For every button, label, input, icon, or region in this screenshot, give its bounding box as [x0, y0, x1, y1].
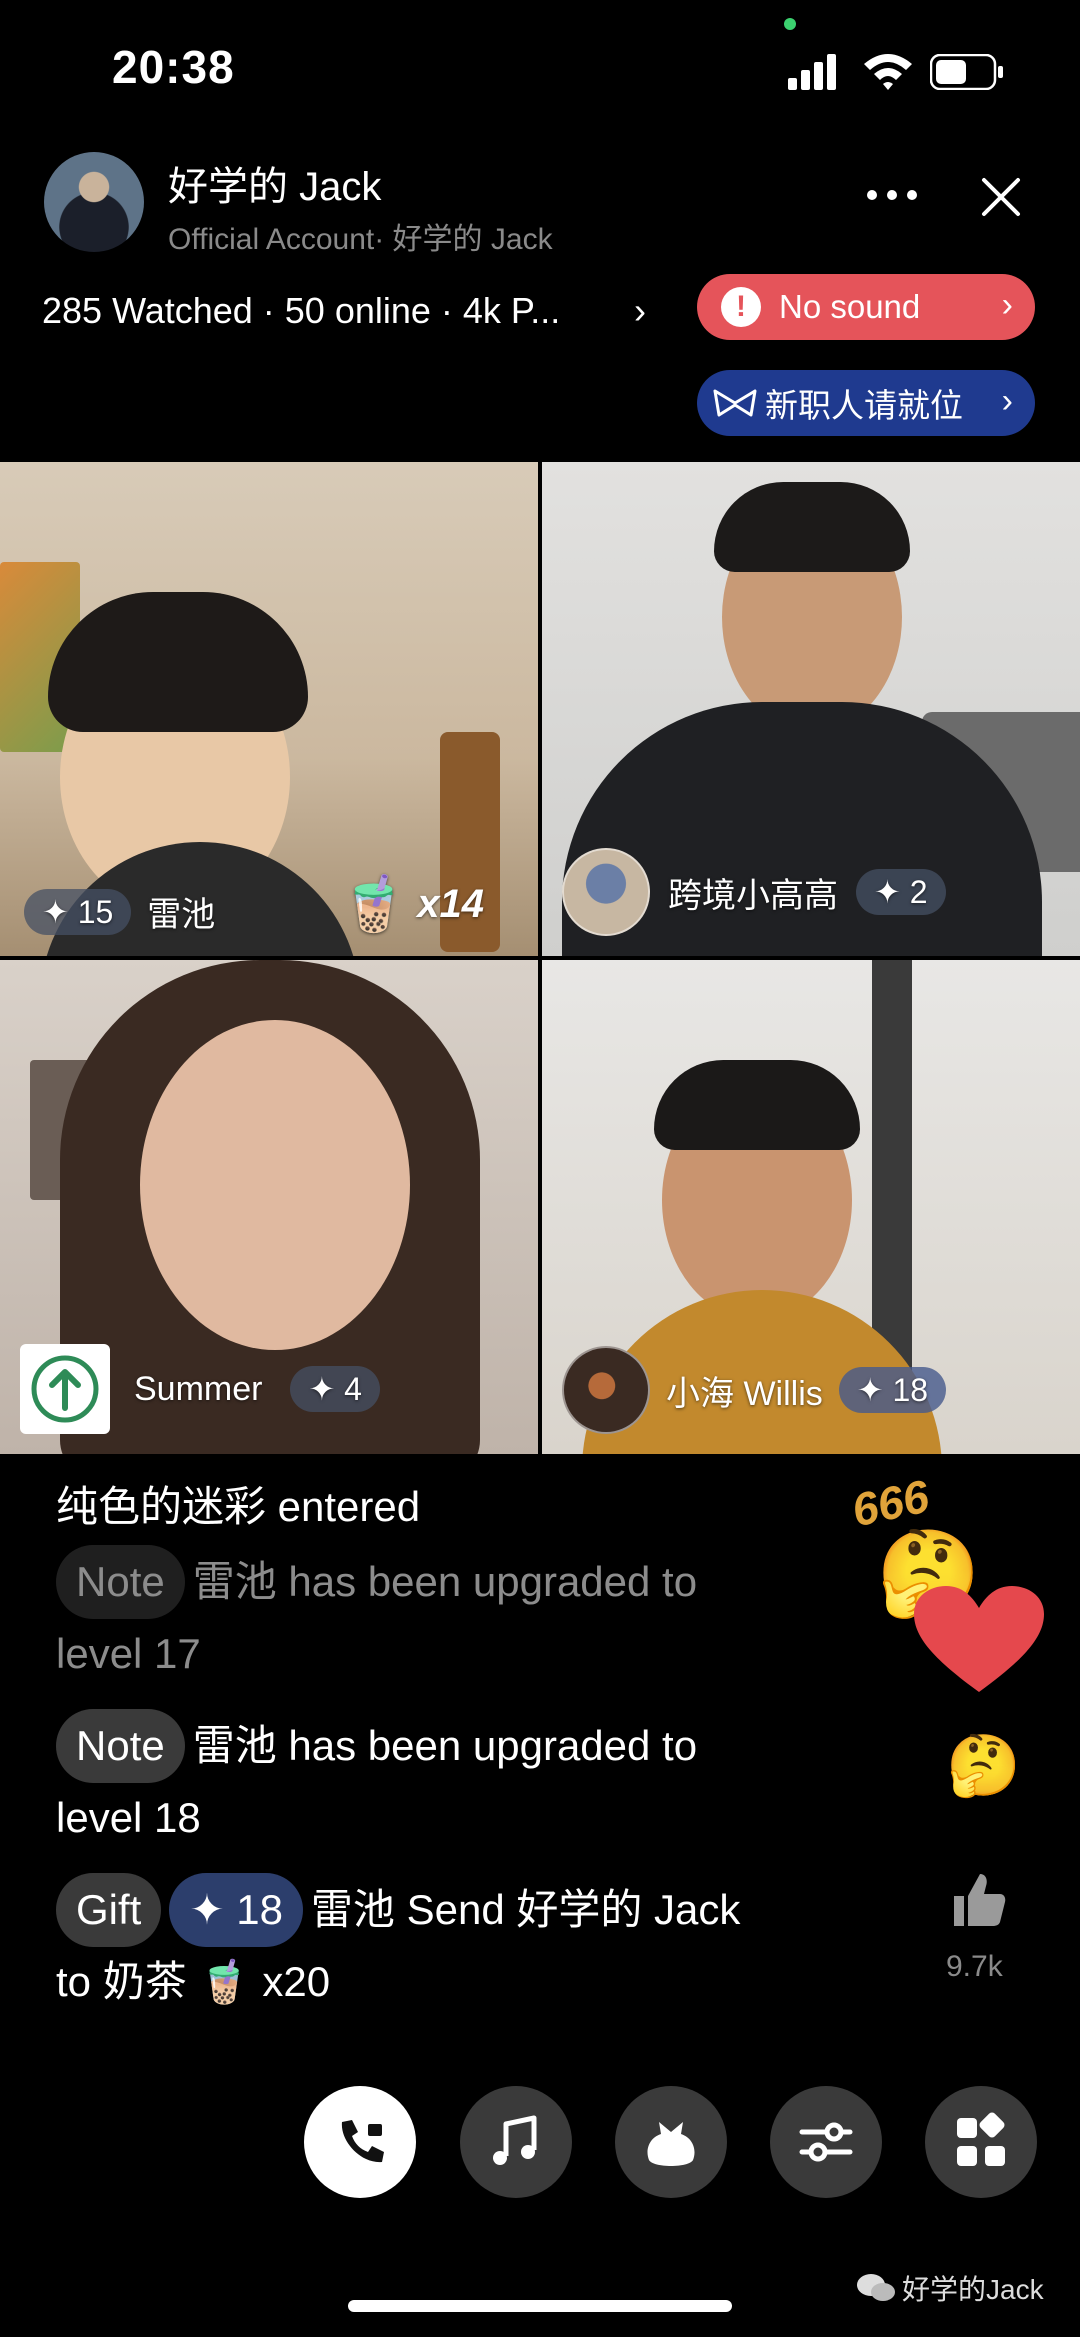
chat-text: level 17: [56, 1630, 201, 1677]
close-icon[interactable]: [976, 172, 1026, 222]
level-badge: ✦ 18: [169, 1873, 303, 1947]
chat-text: 雷池 has been upgraded to: [192, 1558, 698, 1605]
thinking-face-icon: 🤔: [946, 1732, 1021, 1799]
note-tag: Note: [56, 1545, 185, 1619]
participant-name: 跨境小高高: [668, 876, 838, 915]
privacy-indicator-dot: [784, 18, 796, 30]
person-face: [140, 1020, 410, 1350]
chat-text: 纯色的迷彩 entered: [56, 1483, 421, 1530]
status-bar: 20:38: [0, 0, 1080, 130]
watermark: 好学的Jack: [856, 2268, 1044, 2308]
person-hair: [654, 1060, 860, 1150]
chat-text: level 18: [56, 1794, 201, 1841]
viewer-stats[interactable]: 285 Watched · 50 online · 4k P...: [42, 290, 560, 332]
note-tag: Note: [56, 1709, 185, 1783]
chat-message: Gift ✦ 18 雷池 Send 好学的 Jack to 奶茶 🧋 x20: [56, 1873, 836, 2017]
gift-count: x14: [417, 882, 484, 926]
bubble-tea-icon: 🧋: [340, 874, 408, 934]
more-options-icon[interactable]: [862, 175, 922, 215]
video-tile-2[interactable]: 跨境小高高 ✦ 2: [542, 462, 1080, 956]
participant-name: Summer: [134, 1369, 263, 1408]
ribbon-icon: [713, 389, 757, 417]
chevron-right-icon[interactable]: ›: [634, 290, 646, 332]
chat-text: to 奶茶 🧋 x20: [56, 1958, 331, 2005]
chat-text: 雷池 has been upgraded to: [192, 1722, 698, 1769]
video-tile-4[interactable]: 小海 Willis ✦ 18: [542, 960, 1080, 1454]
level-badge: ✦ 2: [856, 869, 946, 915]
settings-sliders-button[interactable]: [770, 2086, 882, 2198]
participant-name: 小海 Willis: [666, 1374, 823, 1413]
chat-text: 雷池 Send 好学的 Jack: [310, 1886, 741, 1933]
no-sound-label: No sound: [779, 288, 921, 325]
music-button[interactable]: [460, 2086, 572, 2198]
battery-icon: [930, 54, 1003, 90]
participant-name: 雷池: [147, 896, 216, 934]
apps-grid-icon: [957, 2112, 1005, 2166]
level-badge: ✦ 4: [290, 1366, 380, 1412]
person-hair: [714, 482, 910, 572]
person-hair: [48, 592, 308, 732]
host-account-subtitle: Official Account· 好学的 Jack: [168, 223, 553, 256]
wechat-icon: [857, 2274, 895, 2301]
call-button[interactable]: [304, 2086, 416, 2198]
gift-bag-button[interactable]: [615, 2086, 727, 2198]
level-badge: ✦ 18: [838, 1367, 947, 1413]
watermark-text: 好学的Jack: [902, 2274, 1044, 2305]
new-job-label: 新职人请就位: [765, 387, 963, 424]
thumbs-up-icon[interactable]: [948, 1870, 1008, 1930]
settings-sliders-icon: [799, 2122, 853, 2162]
chevron-right-icon: ›: [1001, 286, 1013, 324]
video-tile-3[interactable]: Summer ✦ 4: [0, 960, 538, 1454]
chat-message: Note 雷池 has been upgraded to level 17: [56, 1545, 836, 1689]
host-name[interactable]: 好学的 Jack: [168, 154, 381, 212]
like-count: 9.7k: [946, 1950, 1003, 1983]
apps-grid-button[interactable]: [925, 2086, 1037, 2198]
participant-avatar: [562, 1346, 650, 1434]
gift-bag-icon: [647, 2122, 695, 2166]
gift-tag: Gift: [56, 1873, 162, 1947]
status-time: 20:38: [112, 41, 235, 93]
wifi-icon: [864, 54, 912, 90]
participant-avatar: [20, 1344, 110, 1434]
music-icon: [493, 2115, 537, 2165]
host-avatar[interactable]: [44, 152, 144, 252]
level-badge: ✦ 15: [24, 888, 132, 935]
cellular-signal-icon: [788, 54, 836, 90]
video-tile-1[interactable]: ✦ 15 雷池 🧋 x14: [0, 462, 538, 956]
alert-icon: !: [721, 287, 761, 327]
participant-avatar: [562, 848, 650, 936]
chat-message: 纯色的迷彩 entered: [56, 1472, 836, 1542]
home-indicator[interactable]: [348, 2300, 732, 2312]
chat-message: Note 雷池 has been upgraded to level 18: [56, 1709, 836, 1853]
chevron-right-icon: ›: [1001, 382, 1013, 420]
arrow-up-circle-icon: [31, 1355, 99, 1423]
new-job-banner-button[interactable]: 新职人请就位 ›: [697, 370, 1035, 436]
heart-icon: [914, 1586, 1044, 1692]
call-icon: [341, 2120, 384, 2163]
no-sound-button[interactable]: ! No sound ›: [697, 274, 1035, 340]
